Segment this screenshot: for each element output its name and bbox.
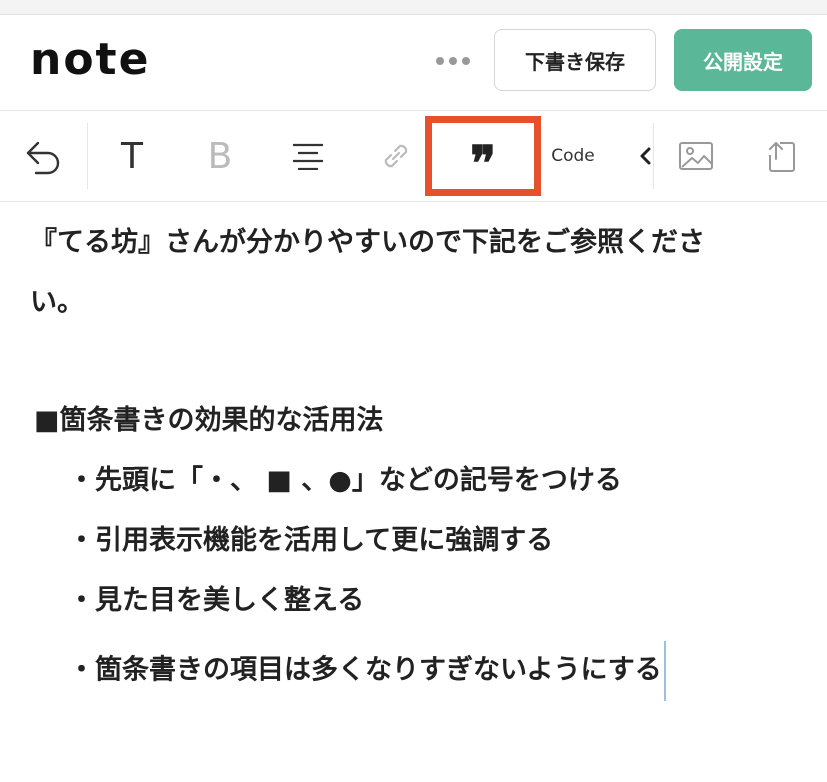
editor-toolbar: T B ❞ Code — [0, 110, 827, 202]
code-button[interactable]: Code — [545, 111, 601, 201]
browser-top-strip — [0, 0, 827, 15]
image-icon[interactable] — [668, 111, 724, 201]
align-center-icon[interactable] — [278, 111, 338, 201]
list-item[interactable]: ・引用表示機能を活用して更に強調する — [68, 521, 553, 561]
text-size-button[interactable]: T — [102, 111, 162, 201]
bold-label: B — [207, 135, 233, 177]
undo-arrow-icon[interactable] — [14, 111, 74, 201]
list-item[interactable]: ・見た目を美しく整える — [68, 581, 364, 621]
bold-button[interactable]: B — [190, 111, 250, 201]
toolbar-divider — [653, 123, 654, 189]
upload-file-icon[interactable] — [754, 111, 810, 201]
body-text-line[interactable]: い。 — [30, 273, 84, 333]
note-logo[interactable]: note — [30, 35, 150, 85]
chevron-left-icon[interactable] — [636, 111, 654, 201]
more-menu-icon[interactable] — [436, 51, 472, 71]
section-heading[interactable]: ■箇条書きの効果的な活用法 — [34, 391, 384, 451]
editor-body[interactable]: 『てる坊』さんが分かりやすいので下記をご参照くださ い。 ■箇条書きの効果的な活… — [0, 201, 827, 782]
list-item[interactable]: ・箇条書きの項目は多くなりすぎないようにする — [68, 641, 666, 701]
quote-button[interactable]: ❞ — [455, 111, 511, 201]
code-label: Code — [551, 146, 595, 166]
list-item[interactable]: ・先頭に「・、 ■ 、●」などの記号をつける — [68, 461, 622, 501]
link-icon[interactable] — [366, 111, 426, 201]
save-draft-button[interactable]: 下書き保存 — [494, 29, 656, 91]
quote-icon: ❞ — [470, 136, 496, 192]
publish-settings-button[interactable]: 公開設定 — [674, 29, 812, 91]
editor-header: note 下書き保存 公開設定 — [0, 15, 827, 110]
text-size-label: T — [121, 135, 143, 177]
toolbar-divider — [87, 123, 88, 189]
list-item-text: ・箇条書きの項目は多くなりすぎないようにする — [68, 654, 662, 686]
body-text-line[interactable]: 『てる坊』さんが分かりやすいので下記をご参照くださ — [30, 213, 705, 273]
text-cursor — [663, 641, 666, 701]
